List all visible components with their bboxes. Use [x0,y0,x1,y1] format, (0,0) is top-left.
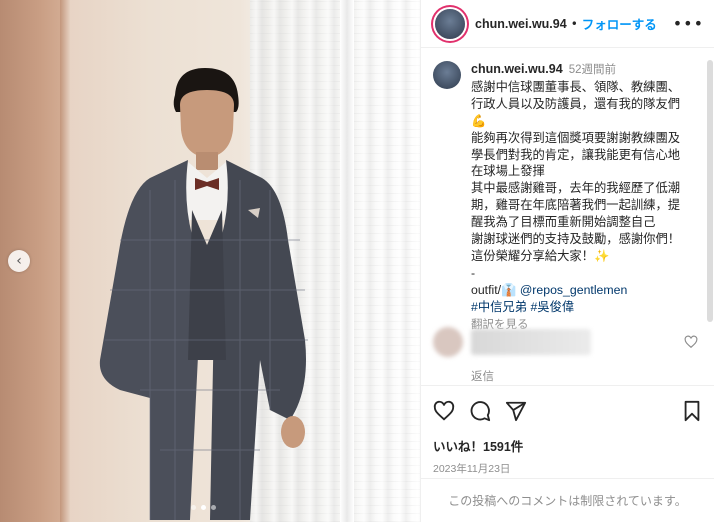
window-frame [340,0,354,522]
caption-line: - [471,265,476,280]
caption-text: 感謝中信球團董事長、領隊、教練團、 行政人員以及防護員，還有我的隊友們 💪 能夠再次得… [471,79,680,282]
header-separator: • [570,16,578,31]
outfit-prefix: outfit/ [471,282,502,297]
caption-avatar[interactable] [433,61,461,89]
caption-line: 謝謝球迷們的支持及鼓勵，感謝你們！ [471,232,681,247]
caption-line: 醒我為了目標而重新開始調整自己 [471,215,656,230]
post-actions: いいね！1591件 2023年11月23日 [421,385,714,476]
bookmark-icon[interactable] [682,400,702,422]
author-avatar[interactable] [435,8,465,39]
chevron-left-icon: ‹ [16,253,22,269]
carousel-prev-button[interactable]: ‹ [8,250,30,272]
reply-button[interactable]: 返信 [471,368,494,384]
person-in-suit [99,68,308,520]
more-horizontal-icon[interactable]: ••• [673,14,704,33]
outfit-emoji: 👔 [501,282,517,297]
share-send-icon[interactable] [505,400,527,422]
hashtags-link[interactable]: #中信兄弟 #吳俊偉 [471,299,680,316]
post-side-panel: chun.wei.wu.94 • フォローする ••• chun.wei.wu.… [420,0,714,522]
caption-body: chun.wei.wu.94 52週間前 感謝中信球團董事長、領隊、教練團、 行政人… [471,61,680,334]
caption-username[interactable]: chun.wei.wu.94 [471,62,563,76]
caption-time: 52週間前 [568,64,616,76]
carousel-dot [191,505,196,510]
caption-line: 其中最感謝雞哥，去年的我經歷了低潮 [471,181,681,196]
scrollbar[interactable] [707,60,713,322]
caption-line: 感謝中信球團董事長、領隊、教練團、 [471,79,681,94]
author-username[interactable]: chun.wei.wu.94 [475,17,567,31]
comment-text-blurred [471,329,591,355]
mention-link[interactable]: @repos_gentlemen [520,283,628,297]
carousel-dot [211,505,216,510]
caption: chun.wei.wu.94 52週間前 感謝中信球團董事長、領隊、教練團、 行政人… [421,49,714,334]
like-heart-icon[interactable] [433,400,455,422]
follow-button[interactable]: フォローする [582,14,657,33]
comments-restricted-notice: この投稿へのコメントは制限されています。 [421,478,714,522]
post-photo[interactable]: ‹ [0,0,420,522]
carousel-dots [191,505,216,510]
caption-line: 期，雞哥在年底陪著我們一起訓練，提 [471,198,681,213]
wall-edge [60,0,70,522]
post-header: chun.wei.wu.94 • フォローする ••• [421,0,714,48]
post-date: 2023年11月23日 [433,463,511,475]
caption-line: 行政人員以及防護員，還有我的隊友們 [471,96,681,111]
comment-like-icon[interactable] [684,335,698,349]
caption-line: 能夠再次得到這個獎項要謝謝教練團及 [471,130,681,145]
caption-line: 這份榮耀分享給大家！✨ [471,248,610,263]
caption-line: 學長們對我的肯定，讓我能更有信心地 [471,147,681,162]
comment-row [433,322,698,362]
caption-line: 在球場上發揮 [471,164,545,179]
comment-bubble-icon[interactable] [469,400,491,422]
likes-count[interactable]: いいね！1591件 [433,436,702,455]
comment-avatar-blurred [433,327,463,357]
carousel-dot-active [201,505,206,510]
caption-line: 💪 [471,113,487,128]
